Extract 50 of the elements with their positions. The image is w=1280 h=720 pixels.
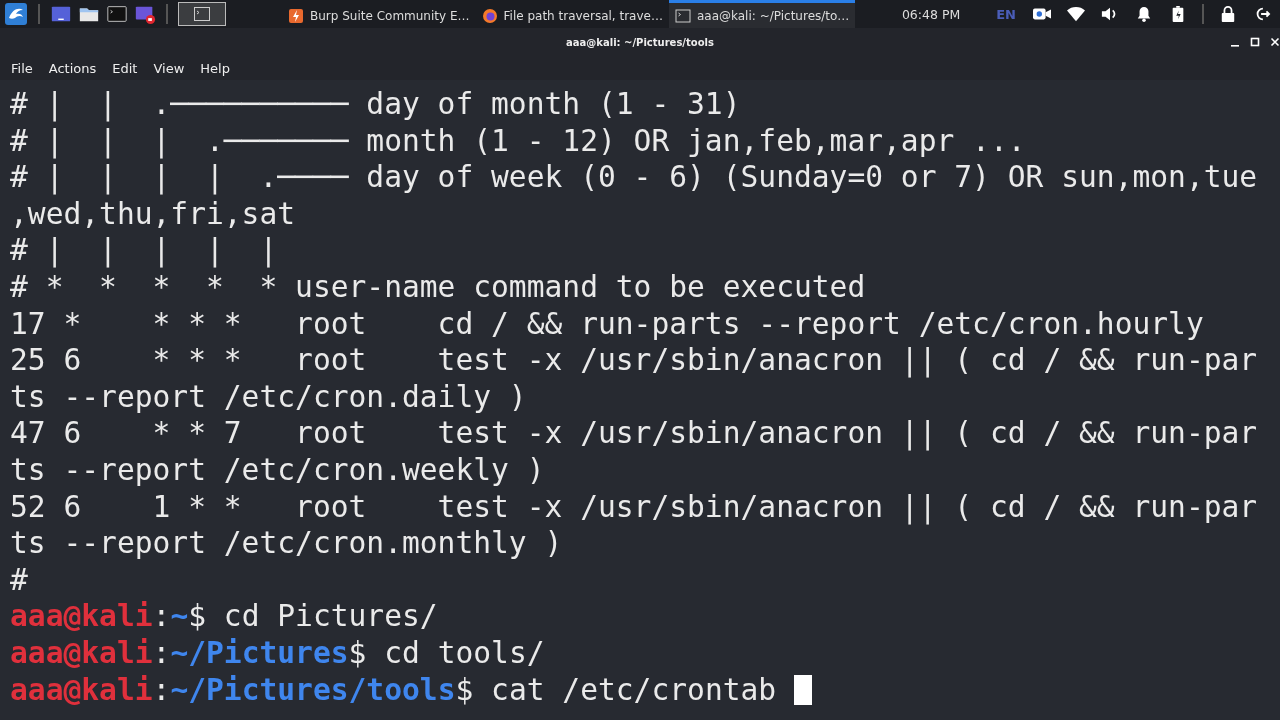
terminal-line: ts --report /etc/cron.daily ): [10, 378, 528, 416]
lightning-icon: [288, 7, 304, 24]
menu-item[interactable]: Edit: [104, 60, 146, 76]
terminal-line: # | | .────────── day of month (1 - 31): [10, 86, 742, 123]
prompt-separator: :: [152, 599, 171, 634]
terminal-line: #: [10, 561, 29, 599]
prompt-separator: :: [152, 672, 171, 707]
terminal-line: ,wed,thu,fri,sat: [10, 195, 297, 233]
terminal-line: 47 6 * * 7 root test -x /usr/sbin/anacron || ( cd / && run-par: [10, 415, 1259, 452]
prompt-path: ~: [170, 599, 189, 634]
terminal-icon[interactable]: [106, 3, 128, 25]
clock[interactable]: 06:48 PM: [901, 6, 961, 22]
close-icon[interactable]: [1270, 37, 1280, 47]
prompt-path: ~/Pictures/tools: [170, 672, 456, 707]
terminal-line: 17 * * * * root cd / && run-parts --report /etc/cron.hourly: [10, 305, 1205, 343]
prompt-separator: :: [152, 635, 171, 670]
dragon-logo-icon[interactable]: [4, 2, 28, 26]
terminal-line: # * * * * * user-name command to be executed: [10, 268, 867, 306]
command-text: $ cd Pictures/: [188, 599, 438, 634]
command-text: $ cat /etc/crontab: [455, 672, 778, 707]
task-button[interactable]: aaa@kali: ~/Pictures/to…: [668, 0, 856, 28]
task-button[interactable]: Burp Suite Community E…: [282, 0, 476, 28]
terminal-line: # | | | .─────── month (1 - 12) OR jan,feb,mar,apr ...: [10, 122, 1027, 160]
terminal-line: ts --report /etc/cron.monthly ): [10, 525, 564, 562]
lock-icon[interactable]: [1219, 6, 1237, 22]
wifi-icon[interactable]: [1067, 6, 1085, 22]
text-cursor: [794, 674, 812, 705]
menu-item[interactable]: Actions: [40, 60, 105, 76]
command-text: $ cd tools/: [348, 635, 545, 670]
prompt-user: aaa@kali: [10, 599, 153, 634]
terminal-icon: [674, 7, 691, 24]
browser-icon: [481, 7, 498, 24]
camera-icon[interactable]: [1033, 6, 1051, 22]
terminal-line: # | | | | |: [10, 232, 279, 269]
menu-item[interactable]: File: [3, 60, 41, 76]
terminal-icon: [194, 7, 210, 21]
terminal-line: 52 6 1 * * root test -x /usr/sbin/anacron || ( cd / && run-par: [10, 488, 1259, 526]
menu-item[interactable]: View: [145, 60, 193, 76]
bell-icon[interactable]: [1135, 6, 1153, 22]
menu-item[interactable]: Help: [192, 60, 238, 76]
window-title: aaa@kali: ~/Pictures/tools: [566, 36, 714, 48]
terminal-line: 25 6 * * * root test -x /usr/sbin/anacron || ( cd / && run-par: [10, 342, 1259, 379]
workspace-button[interactable]: [178, 2, 226, 26]
maximize-icon[interactable]: [1250, 37, 1260, 47]
prompt-user: aaa@kali: [10, 635, 153, 670]
terminal-line: ts --report /etc/cron.weekly ): [10, 451, 546, 489]
prompt-user: aaa@kali: [10, 672, 153, 707]
terminal-line: # | | | | .──── day of week (0 - 6) (Sunday=0 or 7) OR sun,mon,tue: [10, 159, 1259, 196]
prompt-path: ~/Pictures: [170, 635, 349, 670]
task-button[interactable]: File path traversal, trave…: [475, 0, 669, 28]
